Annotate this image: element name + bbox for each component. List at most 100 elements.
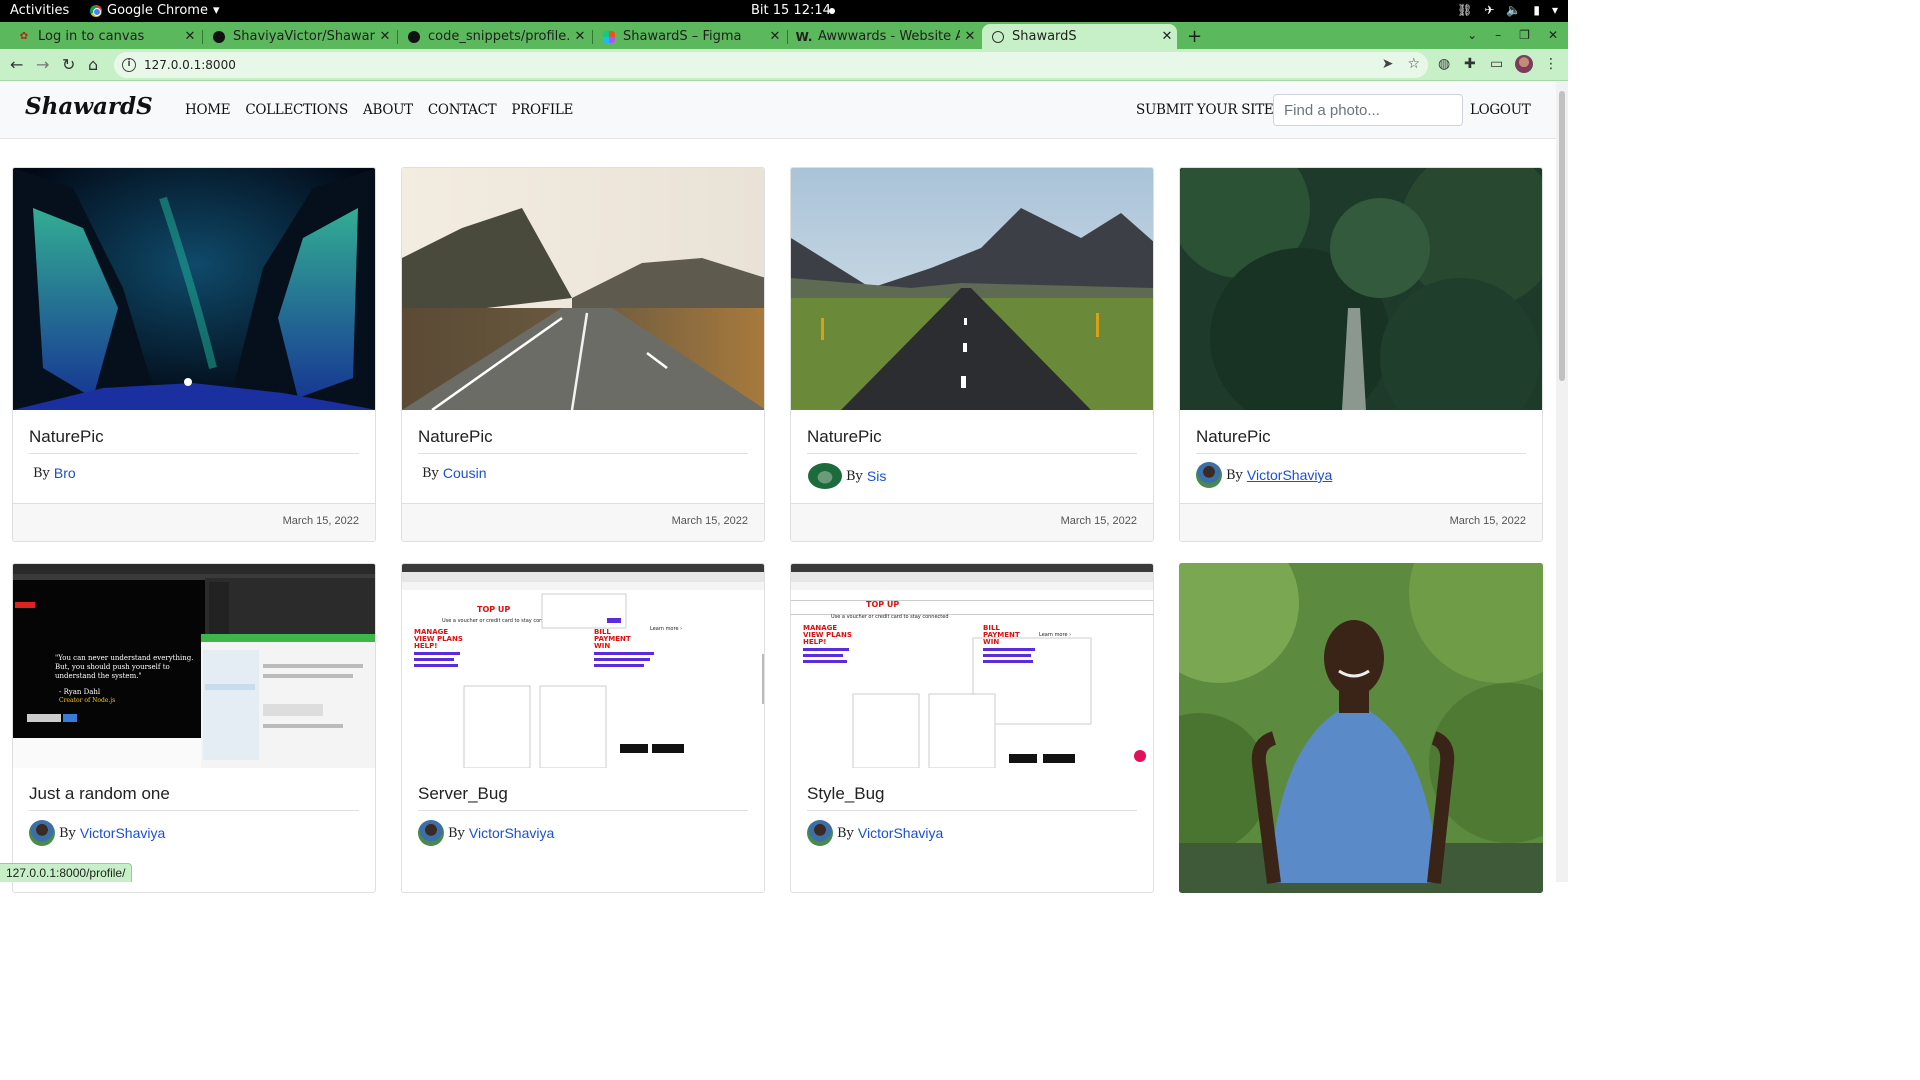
card-title: Just a random one xyxy=(29,784,170,803)
close-icon[interactable]: ✕ xyxy=(960,29,980,44)
restore-icon[interactable]: ❐ xyxy=(1519,28,1530,42)
activities-button[interactable]: Activities xyxy=(10,3,69,18)
card-image-bug-screenshot[interactable]: TOP UP Use a voucher or credit card to s… xyxy=(791,564,1153,768)
card-image-forest-boardwalk[interactable] xyxy=(1180,168,1542,410)
help-text: HELP! xyxy=(803,638,826,646)
card-image-aurora-ice-cave[interactable] xyxy=(13,168,375,410)
tab-figma[interactable]: ShawardS – Figma ✕ xyxy=(585,24,785,49)
close-window-icon[interactable]: ✕ xyxy=(1548,28,1558,42)
nav-profile[interactable]: PROFILE xyxy=(511,102,573,118)
card-author: By Cousin xyxy=(422,465,487,481)
system-tray[interactable]: ⛓ ✈ 🔈 ▮ ▾ xyxy=(1457,3,1558,17)
site-navbar: ShawardS HOME COLLECTIONS ABOUT CONTACT … xyxy=(0,81,1556,139)
logout-link[interactable]: LOGOUT xyxy=(1470,102,1531,118)
photo-card[interactable]: NaturePic By VictorShaviya March 15, 202… xyxy=(1179,167,1543,542)
divider xyxy=(807,810,1137,811)
photo-card[interactable]: NaturePic By Bro March 15, 2022 xyxy=(12,167,376,542)
nav-home[interactable]: HOME xyxy=(185,102,231,118)
card-date: March 15, 2022 xyxy=(671,515,748,527)
help-text: HELP! xyxy=(414,642,437,650)
photo-card[interactable]: TOP UP Use a voucher or credit card to s… xyxy=(790,563,1154,893)
author-link[interactable]: Sis xyxy=(867,468,886,484)
card-image-portrait-in-garden[interactable] xyxy=(1179,563,1543,893)
card-image-road-to-mountains[interactable] xyxy=(791,168,1153,410)
github-icon xyxy=(408,30,420,43)
learn-more-text: Learn more › xyxy=(650,626,682,632)
author-avatar xyxy=(1196,462,1222,488)
nav-contact[interactable]: CONTACT xyxy=(428,102,497,118)
globe-icon xyxy=(992,30,1004,43)
tab-title: ShawardS xyxy=(1012,29,1077,44)
win-text: WIN xyxy=(594,642,610,650)
address-bar[interactable]: i 127.0.0.1:8000 ➤ ☆ xyxy=(114,52,1428,78)
site-info-icon[interactable]: i xyxy=(122,58,136,72)
card-date: March 15, 2022 xyxy=(282,515,359,527)
card-author: By VictorShaviya xyxy=(1196,462,1332,488)
profile-avatar-icon[interactable] xyxy=(1515,55,1533,73)
photo-search-input[interactable] xyxy=(1273,94,1463,126)
card-image-desktop-screenshot[interactable]: "You can never understand everything. Bu… xyxy=(13,564,375,768)
page-scrollbar[interactable] xyxy=(1556,81,1568,882)
extension-icon[interactable]: ◍ xyxy=(1438,56,1450,72)
send-icon[interactable]: ➤ xyxy=(1382,56,1394,72)
card-image-bug-screenshot[interactable]: TOP UP Use a voucher or credit card to s… xyxy=(402,564,764,768)
by-label: By xyxy=(1226,467,1243,483)
home-icon[interactable]: ⌂ xyxy=(88,55,98,74)
author-link[interactable]: Bro xyxy=(54,465,76,481)
author-link[interactable]: VictorShaviya xyxy=(858,825,943,841)
forward-icon[interactable]: → xyxy=(36,55,49,74)
minimize-icon[interactable]: – xyxy=(1495,28,1501,42)
menu-kebab-icon[interactable]: ⋮ xyxy=(1544,56,1558,72)
bookmark-star-icon[interactable]: ☆ xyxy=(1407,56,1420,72)
tab-title: code_snippets/profile.htm xyxy=(428,29,570,44)
card-title: NaturePic xyxy=(1196,427,1271,446)
scrollbar-thumb[interactable] xyxy=(1559,91,1565,381)
quote-role: Creator of Node.js xyxy=(59,697,115,704)
nav-collections[interactable]: COLLECTIONS xyxy=(245,102,348,118)
nav-about[interactable]: ABOUT xyxy=(363,102,413,118)
photo-card[interactable]: TOP UP Use a voucher or credit card to s… xyxy=(401,563,765,893)
site-logo[interactable]: ShawardS xyxy=(25,93,153,120)
puzzle-extensions-icon[interactable]: ✚ xyxy=(1464,56,1476,72)
nav-links: HOME COLLECTIONS ABOUT CONTACT PROFILE xyxy=(185,102,573,118)
volume-icon: 🔈 xyxy=(1506,3,1522,17)
reload-icon[interactable]: ↻ xyxy=(62,55,75,74)
submit-site-link[interactable]: SUBMIT YOUR SITE! xyxy=(1136,102,1279,118)
quote-author: - Ryan Dahl xyxy=(59,688,101,696)
author-avatar xyxy=(418,820,444,846)
close-icon[interactable]: ✕ xyxy=(1157,29,1177,44)
browser-toolbar: ← → ↻ ⌂ i 127.0.0.1:8000 ➤ ☆ ◍ ✚ ▭ ⋮ xyxy=(0,49,1568,81)
figma-icon xyxy=(603,30,615,43)
chrome-icon xyxy=(90,4,102,17)
tab-shawards[interactable]: ShawardS ✕ xyxy=(982,24,1177,49)
url-text: 127.0.0.1:8000 xyxy=(144,58,236,72)
win-text: WIN xyxy=(983,638,999,646)
awwwards-icon: W. xyxy=(795,29,813,44)
new-tab-button[interactable]: + xyxy=(1187,26,1202,47)
photo-card[interactable]: "You can never understand everything. Bu… xyxy=(12,563,376,893)
photo-card[interactable]: NaturePic By Sis March 15, 2022 xyxy=(790,167,1154,542)
tab-canvas[interactable]: ✿ Log in to canvas ✕ xyxy=(0,24,200,49)
divider xyxy=(29,810,359,811)
top-up-heading: TOP UP xyxy=(866,600,899,609)
tab-github-shawards[interactable]: ShaviyaVictor/ShawardS ✕ xyxy=(195,24,395,49)
tab-github-code-snippets[interactable]: code_snippets/profile.htm ✕ xyxy=(390,24,590,49)
app-menu[interactable]: Google Chrome ▾ xyxy=(90,3,220,18)
author-link[interactable]: VictorShaviya xyxy=(1247,467,1332,483)
tab-awwwards[interactable]: W. Awwwards - Website Awa ✕ xyxy=(780,24,980,49)
author-avatar xyxy=(808,463,842,489)
author-link[interactable]: VictorShaviya xyxy=(469,825,554,841)
back-icon[interactable]: ← xyxy=(10,55,23,74)
author-avatar xyxy=(807,820,833,846)
photo-card[interactable]: NaturePic By Cousin March 15, 2022 xyxy=(401,167,765,542)
card-image-misty-road-mountains[interactable] xyxy=(402,168,764,410)
cast-icon[interactable]: ▭ xyxy=(1490,56,1503,72)
tab-search-chevron-icon[interactable]: ⌄ xyxy=(1467,28,1477,42)
card-author: By Bro xyxy=(33,465,76,481)
by-label: By xyxy=(846,468,863,484)
clock[interactable]: Bit 15 12:14 xyxy=(751,3,831,18)
author-link[interactable]: Cousin xyxy=(443,465,487,481)
card-title: Style_Bug xyxy=(807,784,885,803)
photo-card[interactable] xyxy=(1179,563,1543,893)
author-link[interactable]: VictorShaviya xyxy=(80,825,165,841)
